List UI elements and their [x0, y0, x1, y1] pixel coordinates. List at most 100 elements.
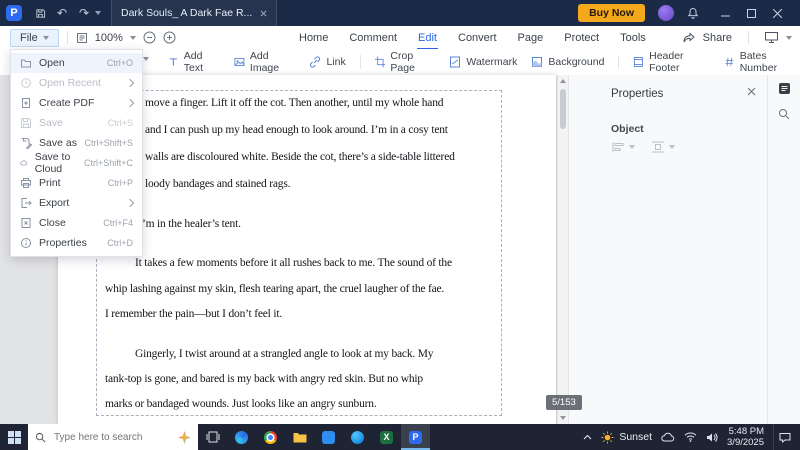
distribute-objects-dropdown[interactable] [651, 141, 675, 153]
notification-bell-icon[interactable] [687, 7, 699, 20]
link-button[interactable]: Link [309, 56, 346, 68]
action-center-button[interactable] [773, 424, 796, 450]
wifi-icon[interactable] [684, 432, 697, 442]
properties-toggle-icon[interactable] [768, 75, 800, 101]
menu-item-save-to-cloud[interactable]: Save to Cloud Ctrl+Shift+C [11, 151, 142, 175]
menu-item-open[interactable]: Open Ctrl+O [11, 53, 142, 73]
chevron-down-icon[interactable] [786, 35, 792, 40]
minimize-button[interactable] [712, 0, 738, 26]
history-dropdown-icon[interactable] [95, 11, 101, 15]
properties-panel: Properties Object [568, 75, 768, 424]
buy-now-button[interactable]: Buy Now [578, 4, 645, 22]
bates-number-button[interactable]: Bates Number [724, 50, 800, 74]
search-icon[interactable] [768, 101, 800, 127]
zoom-out-icon[interactable] [143, 31, 156, 44]
menu-item-print[interactable]: Print Ctrl+P [11, 173, 142, 193]
watermark-icon [450, 56, 461, 68]
background-button[interactable]: Background [531, 56, 604, 68]
crop-page-button[interactable]: Crop Page [374, 50, 436, 74]
edge-browser-icon[interactable] [227, 424, 256, 450]
app-window: P ↶ ↷ Dark Souls_ A Dark Fae R... Buy No… [0, 0, 800, 450]
document-line[interactable]: I remember the pain—but I don’t feel it. [105, 308, 282, 320]
onedrive-cloud-icon[interactable] [661, 432, 675, 442]
taskbar-search[interactable] [28, 424, 198, 450]
menu-item-save-as[interactable]: Save as Ctrl+Shift+S [11, 133, 142, 153]
tab-comment[interactable]: Comment [348, 30, 398, 46]
tab-home[interactable]: Home [298, 30, 329, 46]
add-image-button[interactable]: Add Image [234, 50, 295, 74]
search-highlights-icon[interactable] [178, 430, 191, 444]
open-icon [21, 59, 31, 68]
maximize-button[interactable] [738, 0, 764, 26]
share-icon[interactable] [683, 31, 695, 44]
bates-number-icon [725, 57, 734, 67]
start-button[interactable] [0, 424, 28, 450]
scroll-down-icon[interactable] [560, 416, 566, 420]
date-label: 3/9/2025 [727, 437, 764, 448]
panel-close-button[interactable] [747, 87, 756, 96]
page-view-icon[interactable] [76, 32, 88, 44]
file-menu-label: File [20, 31, 38, 44]
document-line[interactable]: tank-top is gone, and bared is my back w… [105, 373, 423, 385]
menu-item-properties[interactable]: Properties Ctrl+D [11, 233, 142, 253]
document-line[interactable]: walls are discoloured white. Beside the … [145, 151, 455, 163]
pdfelement-app-icon[interactable]: P [401, 424, 430, 450]
document-line[interactable]: move a finger. Lift it off the cot. Then… [145, 97, 443, 109]
account-avatar[interactable] [658, 5, 674, 21]
chrome-browser-icon[interactable] [256, 424, 285, 450]
share-label[interactable]: Share [703, 32, 732, 44]
menu-item-close[interactable]: Close Ctrl+F4 [11, 213, 142, 233]
tab-page[interactable]: Page [517, 30, 545, 46]
store-app-icon[interactable] [314, 424, 343, 450]
presentation-icon[interactable] [765, 32, 778, 43]
document-line[interactable]: loody bandages and stained rags. [145, 178, 290, 190]
chevron-down-icon [42, 35, 49, 40]
file-explorer-icon[interactable] [285, 424, 314, 450]
tab-edit[interactable]: Edit [417, 30, 438, 50]
zoom-dropdown-icon[interactable] [129, 35, 136, 40]
tab-close-icon[interactable] [260, 10, 267, 17]
watermark-button[interactable]: Watermark [449, 56, 517, 68]
weather-label: Sunset [619, 431, 653, 443]
close-doc-icon [21, 218, 31, 228]
scrollbar-thumb[interactable] [560, 89, 566, 129]
redo-icon[interactable]: ↷ [73, 0, 95, 26]
excel-app-icon[interactable]: X [372, 424, 401, 450]
document-tab[interactable]: Dark Souls_ A Dark Fae R... [111, 0, 278, 26]
scroll-up-icon[interactable] [560, 79, 566, 83]
menu-item-save[interactable]: Save Ctrl+S [11, 113, 142, 133]
search-input[interactable] [52, 430, 172, 444]
zoom-value[interactable]: 100% [95, 32, 123, 44]
document-line[interactable]: marks or bandaged wounds. Just looks lik… [105, 398, 377, 410]
save-quick-icon[interactable] [29, 0, 51, 26]
menu-item-create-pdf[interactable]: Create PDF [11, 93, 142, 113]
undo-icon[interactable]: ↶ [51, 0, 73, 26]
menu-bar: File 100% Home Comment Edit Convert Page… [0, 26, 800, 50]
document-line[interactable]: Gingerly, I twist around at a strangled … [135, 348, 434, 360]
document-line[interactable]: and I can push up my head enough to look… [145, 124, 448, 136]
menu-item-open-recent[interactable]: Open Recent [11, 73, 142, 93]
tab-convert[interactable]: Convert [457, 30, 498, 46]
align-icon [612, 142, 624, 152]
tray-expand-icon[interactable] [583, 434, 592, 440]
distribute-icon [652, 141, 664, 153]
add-text-button[interactable]: Add Text [168, 50, 220, 74]
document-line[interactable]: It takes a few moments before it all rus… [135, 257, 452, 269]
volume-icon[interactable] [706, 432, 718, 443]
tab-tools[interactable]: Tools [619, 30, 647, 46]
align-objects-dropdown[interactable] [611, 141, 635, 153]
weather-widget[interactable]: Sunset [601, 430, 653, 444]
document-line[interactable]: ’m in the healer’s tent. [142, 218, 241, 230]
task-view-icon[interactable] [198, 424, 227, 450]
clock-widget[interactable]: 5:48 PM 3/9/2025 [727, 426, 764, 448]
document-line[interactable]: whip lashing against my skin, flesh tear… [105, 283, 444, 295]
close-button[interactable] [764, 0, 790, 26]
zoom-in-icon[interactable] [163, 31, 176, 44]
info-icon [21, 238, 31, 248]
menu-item-export[interactable]: Export [11, 193, 142, 213]
tab-protect[interactable]: Protect [563, 30, 600, 46]
skype-app-icon[interactable] [343, 424, 372, 450]
file-menu-button[interactable]: File [10, 28, 59, 47]
header-footer-button[interactable]: Header Footer [633, 50, 710, 74]
file-menu-popup: Open Ctrl+O Open Recent Create PDF Save … [10, 49, 143, 257]
